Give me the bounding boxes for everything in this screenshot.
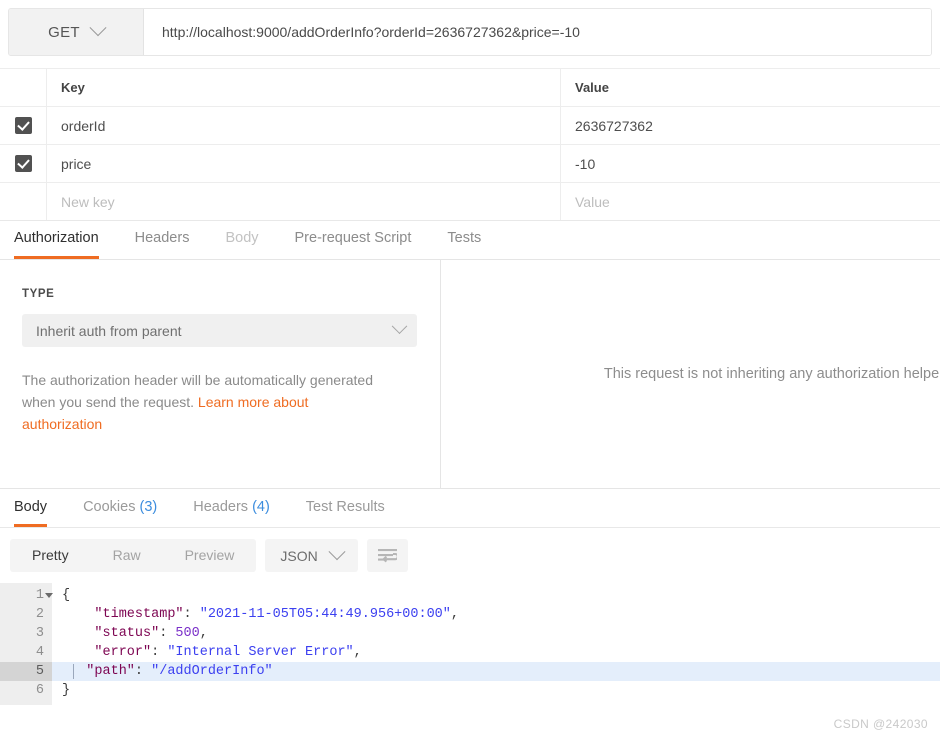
new-param-key-input[interactable]: New key bbox=[47, 183, 561, 220]
param-key-input[interactable]: price bbox=[47, 145, 561, 182]
auth-type-selected-value: Inherit auth from parent bbox=[36, 322, 182, 339]
column-header-value-label: Value bbox=[575, 80, 609, 95]
code-token: { bbox=[62, 588, 71, 603]
code-line: } bbox=[52, 681, 940, 700]
word-wrap-icon bbox=[377, 549, 397, 563]
line-number: 4 bbox=[35, 645, 44, 660]
code-token: "status" bbox=[62, 626, 160, 641]
request-tabs: Authorization Headers Body Pre-request S… bbox=[0, 221, 940, 260]
response-tab-cookies-label: Cookies bbox=[83, 499, 136, 515]
tab-authorization[interactable]: Authorization bbox=[14, 230, 99, 259]
param-value-input[interactable]: 2636727362 bbox=[561, 107, 940, 144]
line-number: 5 bbox=[0, 662, 52, 681]
line-number: 1 bbox=[0, 586, 53, 605]
http-method-selector[interactable]: GET bbox=[9, 9, 144, 55]
code-content[interactable]: { "timestamp": "2021-11-05T05:44:49.956+… bbox=[52, 583, 940, 705]
code-token: "Internal Server Error" bbox=[167, 645, 354, 660]
request-url-input[interactable]: http://localhost:9000/addOrderInfo?order… bbox=[144, 9, 931, 55]
response-tab-headers[interactable]: Headers (4) bbox=[193, 499, 270, 527]
response-tab-headers-label: Headers bbox=[193, 499, 249, 515]
chevron-down-icon bbox=[328, 542, 346, 560]
line-number: 2 bbox=[35, 607, 44, 622]
code-token: "timestamp" bbox=[62, 607, 184, 622]
code-token: "/addOrderInfo" bbox=[151, 664, 273, 679]
authorization-panel: TYPE Inherit auth from parent The author… bbox=[0, 260, 940, 489]
response-tab-cookies[interactable]: Cookies (3) bbox=[83, 499, 157, 527]
table-row-new: New key Value bbox=[0, 183, 940, 220]
query-params-table: Key Value orderId 2636727362 price -10 N… bbox=[0, 68, 940, 221]
request-url-bar: GET http://localhost:9000/addOrderInfo?o… bbox=[8, 8, 932, 56]
auth-description: The authorization header will be automat… bbox=[22, 369, 392, 435]
response-format-select[interactable]: JSON bbox=[265, 539, 358, 572]
code-token: } bbox=[62, 683, 71, 698]
view-mode-group: Pretty Raw Preview bbox=[10, 539, 257, 572]
response-format-value: JSON bbox=[280, 547, 318, 564]
response-body-toolbar: Pretty Raw Preview JSON bbox=[0, 528, 940, 583]
cookies-count-badge: (3) bbox=[139, 499, 158, 515]
code-token: , bbox=[353, 645, 362, 660]
checkbox-checked-icon[interactable] bbox=[14, 155, 32, 172]
view-mode-preview[interactable]: Preview bbox=[163, 539, 257, 572]
auth-type-select[interactable]: Inherit auth from parent bbox=[22, 314, 417, 347]
line-number-gutter: 1 2 3 4 5 6 bbox=[0, 583, 53, 705]
param-key-input[interactable]: orderId bbox=[47, 107, 561, 144]
param-value-input[interactable]: -10 bbox=[561, 145, 940, 182]
response-tab-body-label: Body bbox=[14, 499, 48, 515]
code-token: "path" bbox=[62, 664, 135, 679]
row-checkbox-cell bbox=[0, 183, 47, 220]
response-tab-test-results[interactable]: Test Results bbox=[306, 499, 385, 527]
column-header-value: Value bbox=[561, 69, 940, 106]
chevron-down-icon bbox=[89, 19, 107, 37]
code-token: "2021-11-05T05:44:49.956+00:00" bbox=[199, 607, 451, 622]
line-number: 6 bbox=[35, 683, 44, 698]
http-method-label: GET bbox=[48, 23, 80, 41]
tab-tests[interactable]: Tests bbox=[447, 230, 481, 259]
code-line: "path": "/addOrderInfo" bbox=[52, 662, 940, 681]
code-line: { bbox=[52, 586, 940, 605]
headers-count-badge: (4) bbox=[252, 499, 270, 515]
response-tab-body[interactable]: Body bbox=[14, 499, 48, 527]
code-line: "status": 500, bbox=[52, 624, 940, 643]
column-header-key-label: Key bbox=[61, 80, 85, 95]
auth-helper-message: This request is not inheriting any autho… bbox=[603, 366, 940, 382]
column-header-key: Key bbox=[47, 69, 561, 106]
response-body-code-viewer: 1 2 3 4 5 6 { "timestamp": "2021-11-05T05:44:… bbox=[0, 583, 940, 705]
row-checkbox-cell bbox=[0, 145, 47, 182]
code-token: , bbox=[199, 626, 208, 641]
code-token: : bbox=[151, 645, 168, 660]
code-line: "timestamp": "2021-11-05T05:44:49.956+00… bbox=[52, 605, 940, 624]
view-mode-pretty[interactable]: Pretty bbox=[10, 539, 91, 572]
chevron-down-icon bbox=[391, 318, 408, 335]
table-header-row: Key Value bbox=[0, 69, 940, 107]
auth-settings-column: TYPE Inherit auth from parent The author… bbox=[0, 260, 441, 488]
response-tabs: Body Cookies (3) Headers (4) Test Result… bbox=[0, 489, 940, 528]
code-token: 500 bbox=[175, 626, 200, 641]
watermark: CSDN @242030 bbox=[833, 717, 928, 731]
view-mode-raw[interactable]: Raw bbox=[91, 539, 163, 572]
line-number: 3 bbox=[35, 626, 44, 641]
code-token: : bbox=[159, 626, 176, 641]
code-token: : bbox=[183, 607, 200, 622]
code-token: : bbox=[134, 664, 152, 679]
table-row: price -10 bbox=[0, 145, 940, 183]
response-tab-test-results-label: Test Results bbox=[305, 499, 385, 515]
new-param-value-input[interactable]: Value bbox=[561, 183, 940, 220]
table-row: orderId 2636727362 bbox=[0, 107, 940, 145]
checkbox-checked-icon[interactable] bbox=[14, 117, 32, 134]
code-token: "error" bbox=[62, 645, 152, 660]
header-checkbox-cell bbox=[0, 69, 47, 106]
row-checkbox-cell bbox=[0, 107, 47, 144]
code-line: "error": "Internal Server Error", bbox=[52, 643, 940, 662]
code-token: , bbox=[450, 607, 459, 622]
auth-type-label: TYPE bbox=[22, 288, 55, 300]
word-wrap-button[interactable] bbox=[366, 539, 408, 572]
tab-body[interactable]: Body bbox=[225, 230, 258, 259]
tab-pre-request-script[interactable]: Pre-request Script bbox=[295, 230, 412, 259]
tab-headers[interactable]: Headers bbox=[135, 230, 190, 259]
auth-helper-column: This request is not inheriting any autho… bbox=[441, 260, 940, 488]
